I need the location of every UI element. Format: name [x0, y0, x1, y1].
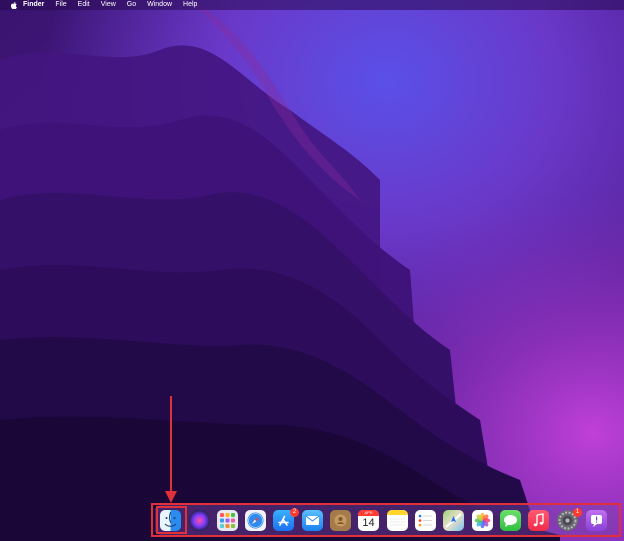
wallpaper — [0, 0, 624, 541]
dock-highlight-box — [151, 503, 621, 537]
system-preferences-badge: 1 — [573, 508, 582, 517]
menu-app-name[interactable]: Finder — [23, 0, 44, 10]
menu-edit[interactable]: Edit — [78, 0, 90, 10]
app-store-badge: 2 — [290, 508, 299, 517]
menu-bar: Finder File Edit View Go Window Help — [0, 0, 624, 10]
menu-go[interactable]: Go — [127, 0, 136, 10]
menu-file[interactable]: File — [55, 0, 66, 10]
desktop: Finder File Edit View Go Window Help 2 A… — [0, 0, 624, 541]
apple-logo-icon[interactable] — [9, 0, 19, 10]
menu-view[interactable]: View — [101, 0, 116, 10]
menu-help[interactable]: Help — [183, 0, 197, 10]
menu-window[interactable]: Window — [147, 0, 172, 10]
finder-highlight-box — [156, 506, 187, 534]
